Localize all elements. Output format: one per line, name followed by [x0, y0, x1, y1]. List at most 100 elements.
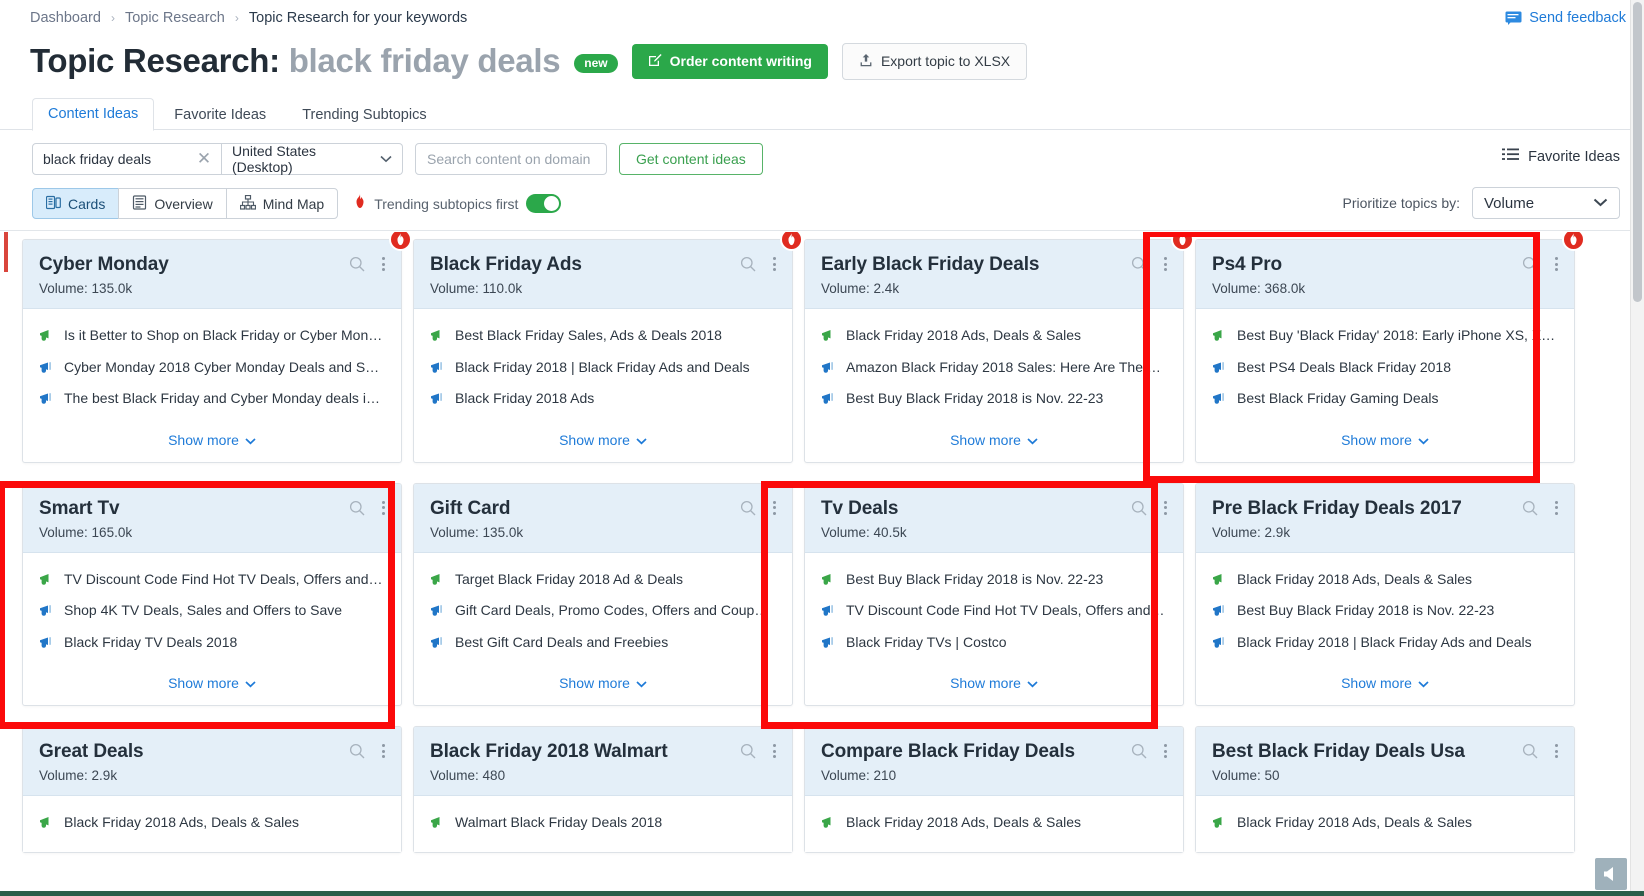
topic-card[interactable]: Black Friday AdsVolume: 110.0kBest Black…: [413, 239, 793, 463]
content-idea-item[interactable]: Black Friday 2018 Ads, Deals & Sales: [821, 814, 1167, 832]
more-options-icon[interactable]: [769, 742, 780, 760]
send-feedback-link[interactable]: Send feedback: [1505, 10, 1626, 26]
content-idea-item[interactable]: TV Discount Code Find Hot TV Deals, Offe…: [39, 571, 385, 589]
content-idea-item[interactable]: Black Friday 2018 Ads, Deals & Sales: [821, 327, 1167, 345]
order-content-writing-button[interactable]: Order content writing: [632, 44, 828, 79]
topic-card-volume: Volume: 135.0k: [39, 281, 385, 296]
content-idea-item[interactable]: Black Friday 2018 Ads, Deals & Sales: [1212, 571, 1558, 589]
content-idea-item[interactable]: Is it Better to Shop on Black Friday or …: [39, 327, 385, 345]
more-options-icon[interactable]: [1160, 499, 1171, 517]
topic-card[interactable]: Tv DealsVolume: 40.5kBest Buy Black Frid…: [804, 483, 1184, 707]
search-icon[interactable]: [1522, 743, 1538, 759]
view-cards-button[interactable]: Cards: [32, 188, 119, 219]
show-more-button[interactable]: Show more: [1196, 671, 1574, 705]
content-idea-item[interactable]: Best Gift Card Deals and Freebies: [430, 634, 776, 652]
search-icon[interactable]: [1131, 256, 1147, 272]
more-options-icon[interactable]: [1160, 742, 1171, 760]
search-icon[interactable]: [349, 256, 365, 272]
content-idea-text: Best Buy Black Friday 2018 is Nov. 22-23: [846, 390, 1103, 408]
search-icon[interactable]: [1131, 500, 1147, 516]
content-idea-item[interactable]: Best Black Friday Sales, Ads & Deals 201…: [430, 327, 776, 345]
view-overview-button[interactable]: Overview: [118, 188, 226, 219]
trending-subtopics-label: Trending subtopics first: [374, 196, 518, 212]
more-options-icon[interactable]: [378, 499, 389, 517]
content-idea-item[interactable]: Black Friday 2018 Ads, Deals & Sales: [1212, 814, 1558, 832]
trending-subtopics-toggle[interactable]: [526, 194, 561, 213]
keyword-input[interactable]: black friday deals ✕: [32, 143, 222, 175]
headline-megaphone-icon: [39, 329, 54, 343]
show-more-button[interactable]: Show more: [414, 671, 792, 705]
topic-card-body: Black Friday 2018 Ads, Deals & Sales: [805, 796, 1183, 852]
topic-card[interactable]: Smart TvVolume: 165.0kTV Discount Code F…: [22, 483, 402, 707]
page-scrollbar-thumb[interactable]: [1633, 2, 1642, 302]
get-content-ideas-button[interactable]: Get content ideas: [619, 143, 763, 175]
topic-card[interactable]: Ps4 ProVolume: 368.0kBest Buy 'Black Fri…: [1195, 239, 1575, 463]
tab-content-ideas[interactable]: Content Ideas: [32, 98, 154, 131]
show-more-button[interactable]: Show more: [805, 671, 1183, 705]
content-idea-item[interactable]: Black Friday 2018 Ads, Deals & Sales: [39, 814, 385, 832]
search-icon[interactable]: [740, 256, 756, 272]
export-topic-xlsx-button[interactable]: Export topic to XLSX: [842, 43, 1027, 80]
content-idea-item[interactable]: Best Buy Black Friday 2018 is Nov. 22-23: [821, 390, 1167, 408]
content-idea-item[interactable]: Target Black Friday 2018 Ad & Deals: [430, 571, 776, 589]
content-idea-item[interactable]: Black Friday TVs | Costco: [821, 634, 1167, 652]
content-idea-item[interactable]: Black Friday 2018 | Black Friday Ads and…: [430, 359, 776, 377]
content-idea-item[interactable]: Amazon Black Friday 2018 Sales: Here Are…: [821, 359, 1167, 377]
clear-icon[interactable]: ✕: [196, 151, 212, 167]
prioritize-label: Prioritize topics by:: [1343, 195, 1460, 211]
content-idea-item[interactable]: Walmart Black Friday Deals 2018: [430, 814, 776, 832]
more-options-icon[interactable]: [769, 499, 780, 517]
more-options-icon[interactable]: [1551, 255, 1562, 273]
search-icon[interactable]: [740, 743, 756, 759]
content-idea-item[interactable]: Black Friday 2018 Ads: [430, 390, 776, 408]
search-icon[interactable]: [349, 743, 365, 759]
more-options-icon[interactable]: [378, 255, 389, 273]
more-options-icon[interactable]: [1160, 255, 1171, 273]
topic-card[interactable]: Great DealsVolume: 2.9kBlack Friday 2018…: [22, 726, 402, 853]
database-select[interactable]: United States (Desktop): [222, 143, 403, 175]
show-more-button[interactable]: Show more: [1196, 428, 1574, 462]
prioritize-select[interactable]: Volume: [1472, 187, 1620, 219]
show-more-button[interactable]: Show more: [23, 671, 401, 705]
topic-card[interactable]: Best Black Friday Deals UsaVolume: 50Bla…: [1195, 726, 1575, 853]
more-options-icon[interactable]: [378, 742, 389, 760]
topic-card[interactable]: Gift CardVolume: 135.0kTarget Black Frid…: [413, 483, 793, 707]
search-icon[interactable]: [349, 500, 365, 516]
content-idea-item[interactable]: Gift Card Deals, Promo Codes, Offers and…: [430, 602, 776, 620]
search-icon[interactable]: [1522, 256, 1538, 272]
tab-favorite-ideas[interactable]: Favorite Ideas: [158, 99, 282, 131]
show-more-button[interactable]: Show more: [805, 428, 1183, 462]
topic-card[interactable]: Compare Black Friday DealsVolume: 210Bla…: [804, 726, 1184, 853]
search-icon[interactable]: [1522, 500, 1538, 516]
content-idea-item[interactable]: Black Friday TV Deals 2018: [39, 634, 385, 652]
content-idea-item[interactable]: Best PS4 Deals Black Friday 2018: [1212, 359, 1558, 377]
show-more-button[interactable]: Show more: [414, 428, 792, 462]
content-idea-item[interactable]: Best Buy Black Friday 2018 is Nov. 22-23: [821, 571, 1167, 589]
content-idea-item[interactable]: The best Black Friday and Cyber Monday d…: [39, 390, 385, 408]
search-icon[interactable]: [1131, 743, 1147, 759]
content-idea-item[interactable]: Shop 4K TV Deals, Sales and Offers to Sa…: [39, 602, 385, 620]
tab-trending-subtopics[interactable]: Trending Subtopics: [286, 99, 442, 131]
show-more-button[interactable]: Show more: [23, 428, 401, 462]
topic-card[interactable]: Pre Black Friday Deals 2017Volume: 2.9kB…: [1195, 483, 1575, 707]
favorite-ideas-link[interactable]: Favorite Ideas: [1502, 148, 1620, 165]
content-idea-item[interactable]: Cyber Monday 2018 Cyber Monday Deals and…: [39, 359, 385, 377]
topic-card[interactable]: Black Friday 2018 WalmartVolume: 480Walm…: [413, 726, 793, 853]
topic-card[interactable]: Cyber MondayVolume: 135.0kIs it Better t…: [22, 239, 402, 463]
content-idea-item[interactable]: Black Friday 2018 | Black Friday Ads and…: [1212, 634, 1558, 652]
content-idea-item[interactable]: Best Black Friday Gaming Deals: [1212, 390, 1558, 408]
breadcrumb-item-dashboard[interactable]: Dashboard: [30, 10, 101, 26]
content-idea-item[interactable]: Best Buy 'Black Friday' 2018: Early iPho…: [1212, 327, 1558, 345]
media-speaker-button[interactable]: [1595, 858, 1627, 890]
more-options-icon[interactable]: [1551, 742, 1562, 760]
topic-card[interactable]: Early Black Friday DealsVolume: 2.4kBlac…: [804, 239, 1184, 463]
more-options-icon[interactable]: [1551, 499, 1562, 517]
view-mind-map-button[interactable]: Mind Map: [226, 188, 338, 219]
search-icon[interactable]: [740, 500, 756, 516]
more-options-icon[interactable]: [769, 255, 780, 273]
page-scrollbar[interactable]: [1630, 0, 1644, 896]
content-idea-item[interactable]: Best Buy Black Friday 2018 is Nov. 22-23: [1212, 602, 1558, 620]
content-idea-item[interactable]: TV Discount Code Find Hot TV Deals, Offe…: [821, 602, 1167, 620]
breadcrumb-item-topic-research[interactable]: Topic Research: [125, 10, 225, 26]
domain-search-input[interactable]: Search content on domain: [415, 143, 607, 175]
